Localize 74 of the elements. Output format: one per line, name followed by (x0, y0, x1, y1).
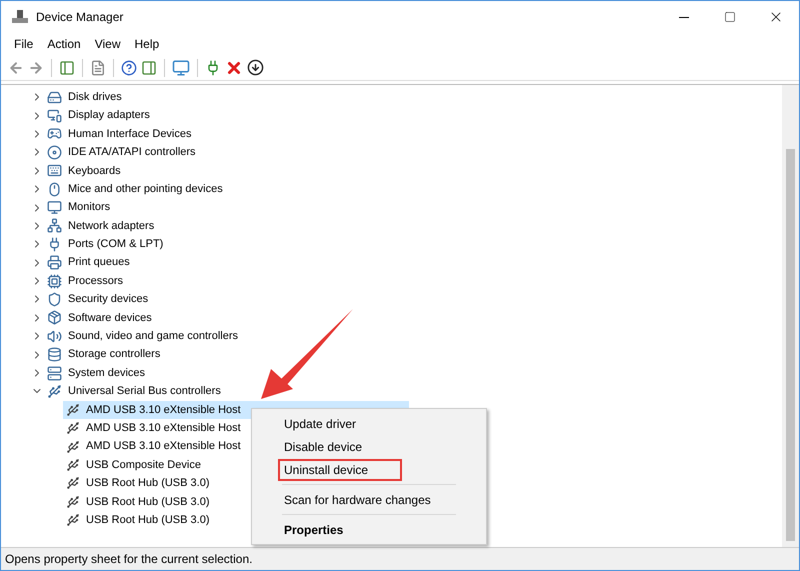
tree-item[interactable]: Processors (68, 272, 124, 290)
device-icon (47, 200, 62, 216)
tree-item[interactable]: Network adapters (68, 218, 154, 234)
tree-item[interactable]: IDE ATA/ATAPI controllers (68, 144, 196, 161)
tree-item[interactable]: System devices (68, 364, 146, 382)
device-icon (47, 292, 62, 307)
tree-item: AMD USB 3.10 eXtensible Host (86, 439, 241, 454)
menu-item[interactable]: Help (128, 35, 166, 53)
device-icon (47, 218, 62, 234)
device-icon (47, 384, 62, 399)
properties-icon[interactable] (89, 58, 107, 76)
tree-item[interactable]: Ports (COM & LPT) (68, 236, 164, 253)
tree-item: USB Root Hub (USB 3.0) (86, 476, 210, 492)
menu-option[interactable]: Properties (278, 518, 350, 540)
tree-item: AMD USB 3.10 eXtensible Host (86, 420, 241, 436)
maximize-icon (724, 11, 736, 23)
tree-item[interactable]: Display adapters (68, 107, 150, 124)
usb-icon (66, 513, 80, 528)
tree-item: USB Root Hub (USB 3.0) (86, 512, 210, 528)
tree-item[interactable]: Monitors (68, 199, 110, 216)
usb-icon (66, 494, 80, 509)
usb-icon (66, 440, 80, 454)
tree-item[interactable]: Sound, video and game controllers (68, 328, 238, 345)
tree-item[interactable]: Universal Serial Bus controllers (68, 383, 221, 400)
tree-item: USB Root Hub (USB 3.0) (86, 494, 210, 510)
usb-icon (66, 458, 80, 472)
usb-icon (66, 421, 80, 436)
tree-item[interactable]: Print queues (68, 254, 130, 271)
device-icon (47, 274, 62, 289)
tree-item[interactable]: Mice and other pointing devices (68, 180, 223, 198)
tree-item-row[interactable]: AMD USB 3.10 eXtensible Host (63, 438, 241, 456)
tree-item-row[interactable]: AMD USB 3.10 eXtensible Host (63, 419, 241, 438)
status-text: Opens property sheet for the current selection. (5, 551, 252, 568)
menu-item[interactable]: View (88, 35, 128, 53)
menu-item[interactable]: File (7, 35, 40, 53)
menu-option[interactable]: Scan for hardware changes (278, 488, 437, 510)
device-icon (47, 90, 62, 105)
device-icon (47, 163, 62, 178)
tree-item[interactable]: Disk drives (68, 88, 122, 106)
device-icon (47, 236, 62, 252)
minimize-icon (679, 16, 689, 18)
tree-item-row[interactable]: USB Root Hub (USB 3.0) (63, 492, 210, 511)
window-title: Device Manager (36, 9, 124, 26)
action-pane-icon[interactable] (140, 58, 158, 76)
app-icon (12, 10, 28, 24)
help-icon[interactable] (120, 58, 138, 76)
tree-item[interactable]: Storage controllers (68, 346, 160, 363)
device-icon (47, 347, 62, 362)
device-icon (47, 126, 62, 142)
console-tree-icon[interactable] (58, 58, 76, 76)
usb-icon (66, 402, 80, 417)
tree-item[interactable]: Software devices (68, 310, 152, 326)
menu-item[interactable]: Action (40, 35, 88, 53)
device-icon (47, 328, 62, 344)
monitor-icon[interactable] (171, 58, 191, 78)
menu-option[interactable]: Disable device (278, 436, 368, 458)
device-icon (47, 108, 62, 124)
tree-item-row[interactable]: USB Root Hub (USB 3.0) (63, 511, 210, 530)
tree-item[interactable]: Keyboards (68, 162, 121, 179)
tree-item[interactable]: Human Interface Devices (68, 126, 192, 142)
device-icon (47, 310, 62, 326)
tree-item-row[interactable]: USB Composite Device (63, 456, 201, 474)
tree-item: AMD USB 3.10 eXtensible Host (86, 402, 241, 418)
device-icon (47, 366, 62, 381)
scrollbar[interactable] (782, 85, 799, 547)
tree-item-row[interactable]: USB Root Hub (USB 3.0) (63, 474, 210, 492)
tree-item: USB Composite Device (86, 458, 201, 473)
menu-option[interactable]: Uninstall device (278, 458, 402, 480)
device-icon (47, 144, 62, 160)
usb-icon (66, 476, 80, 490)
device-icon (47, 182, 62, 197)
device-icon (47, 255, 62, 270)
download-icon[interactable] (246, 58, 265, 77)
tree-item[interactable]: Security devices (68, 291, 148, 308)
